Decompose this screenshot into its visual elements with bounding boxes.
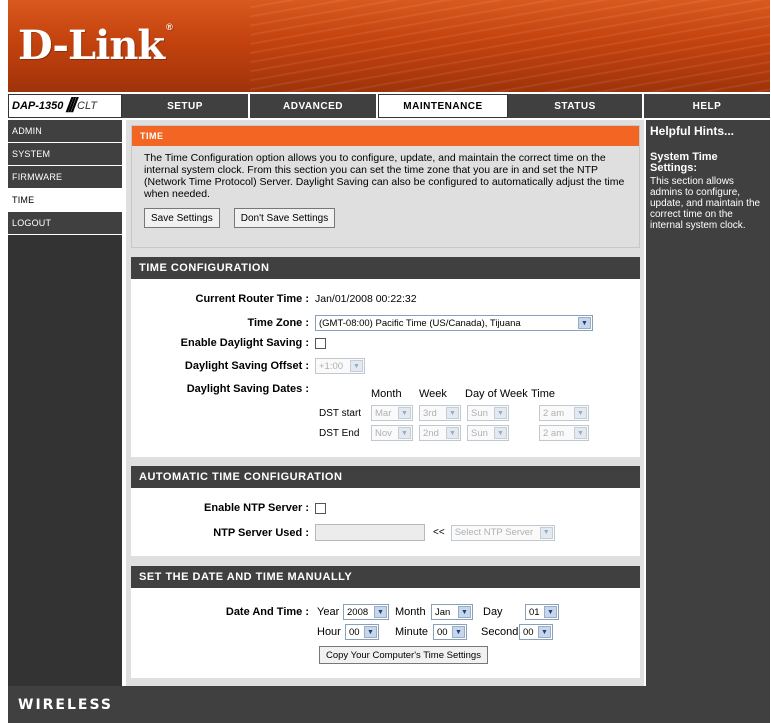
sidebar-item-admin[interactable]: ADMIN (8, 120, 122, 143)
dont-save-settings-button[interactable]: Don't Save Settings (233, 208, 336, 228)
date-time-label: Date And Time : (225, 606, 309, 618)
chevron-down-icon: ▼ (398, 427, 411, 439)
intro-description: The Time Configuration option allows you… (144, 152, 625, 200)
dst-start-label: DST start (319, 407, 362, 419)
chevron-down-icon: ▼ (398, 407, 411, 419)
dst-start-month-select[interactable]: Mar ▼ (371, 405, 413, 421)
dst-end-time-select[interactable]: 2 am ▼ (539, 425, 589, 441)
time-zone-select[interactable]: (GMT-08:00) Pacific Time (US/Canada), Ti… (315, 315, 593, 331)
second-select[interactable]: 00 ▼ (519, 624, 553, 640)
col-dow-header: Day of Week (465, 388, 528, 400)
chevron-down-icon: ▼ (446, 407, 459, 419)
second-label: Second (481, 626, 519, 638)
header-banner: D-Link ® (8, 0, 770, 92)
chevron-down-icon: ▼ (374, 606, 387, 618)
ntp-used-label: NTP Server Used : (213, 526, 309, 539)
col-week-header: Week (419, 388, 447, 400)
enable-dst-checkbox[interactable] (315, 337, 326, 349)
enable-ntp-label: Enable NTP Server : (204, 502, 309, 514)
year-select[interactable]: 2008 ▼ (343, 604, 389, 620)
model-mode: CLT (77, 100, 97, 112)
ntp-server-select[interactable]: Select NTP Server ▼ (450, 524, 555, 541)
current-time-label: Current Router Time : (195, 293, 309, 305)
dst-offset-label: Daylight Saving Offset : (184, 360, 309, 372)
tab-setup[interactable]: SETUP (122, 94, 250, 118)
page-frame: D-Link ® DAP-1350 /// CLT SETUP ADVANCED … (8, 0, 770, 723)
tab-advanced[interactable]: ADVANCED (250, 94, 378, 118)
tab-status[interactable]: STATUS (508, 94, 644, 118)
chevron-down-icon: ▼ (350, 360, 363, 372)
copy-computer-time-button[interactable]: Copy Your Computer's Time Settings (319, 646, 488, 664)
day-label: Day (483, 606, 503, 618)
chevron-down-icon: ▼ (544, 606, 557, 618)
chevron-down-icon: ▼ (539, 526, 553, 539)
chevron-down-icon: ▼ (364, 626, 377, 638)
main-content: TIME The Time Configuration option allow… (126, 120, 644, 686)
auto-time-panel: AUTOMATIC TIME CONFIGURATION Enable NTP … (131, 466, 640, 556)
enable-dst-label: Enable Daylight Saving : (180, 337, 309, 349)
dst-start-time-select[interactable]: 2 am ▼ (539, 405, 589, 421)
help-body: This section allows admins to configure,… (650, 176, 761, 231)
save-settings-button[interactable]: Save Settings (144, 208, 220, 228)
dst-end-dow-select[interactable]: Sun ▼ (467, 425, 509, 441)
time-zone-label: Time Zone : (247, 317, 309, 329)
intro-panel: TIME The Time Configuration option allow… (131, 125, 640, 248)
footer-wireless: WIRELESS (18, 696, 114, 713)
tab-maintenance[interactable]: MAINTENANCE (378, 94, 508, 118)
minute-label: Minute (395, 626, 429, 638)
enable-ntp-checkbox[interactable] (315, 502, 326, 514)
help-panel: Helpful Hints... System Time Settings: T… (646, 120, 770, 686)
hour-select[interactable]: 00 ▼ (345, 624, 379, 640)
sidebar-item-time[interactable]: TIME (8, 189, 122, 212)
day-select[interactable]: 01 ▼ (525, 604, 559, 620)
dst-end-month-select[interactable]: Nov ▼ (371, 425, 413, 441)
intro-title: TIME (132, 126, 639, 146)
ntp-server-input[interactable] (315, 524, 425, 541)
help-subtitle: System Time Settings: (650, 151, 718, 174)
chevron-down-icon: ▼ (458, 606, 471, 618)
chevron-down-icon: ▼ (494, 427, 507, 439)
dst-end-week-select[interactable]: 2nd ▼ (419, 425, 461, 441)
col-month-header: Month (371, 388, 402, 400)
help-title: Helpful Hints... (650, 124, 734, 138)
chevron-down-icon: ▼ (446, 427, 459, 439)
tab-help[interactable]: HELP (644, 94, 770, 118)
manual-time-title: SET THE DATE AND TIME MANUALLY (131, 566, 640, 588)
chevron-down-icon: ▼ (494, 407, 507, 419)
dst-start-week-select[interactable]: 3rd ▼ (419, 405, 461, 421)
dst-dates-label: Daylight Saving Dates : (186, 383, 309, 395)
header-streaks (250, 0, 770, 92)
sidebar-item-logout[interactable]: LOGOUT (8, 212, 122, 235)
dst-start-dow-select[interactable]: Sun ▼ (467, 405, 509, 421)
auto-time-title: AUTOMATIC TIME CONFIGURATION (131, 466, 640, 488)
time-config-title: TIME CONFIGURATION (131, 257, 640, 279)
current-time-value: Jan/01/2008 00:22:32 (315, 293, 417, 305)
year-label: Year (317, 606, 340, 618)
model-slash: /// (66, 94, 77, 117)
top-nav: DAP-1350 /// CLT SETUP ADVANCED MAINTENA… (8, 94, 770, 118)
hour-label: Hour (317, 626, 341, 638)
month-select[interactable]: Jan ▼ (431, 604, 473, 620)
sidebar-item-firmware[interactable]: FIRMWARE (8, 166, 122, 189)
chevron-down-icon: ▼ (574, 407, 587, 419)
manual-time-panel: SET THE DATE AND TIME MANUALLY Date And … (131, 566, 640, 678)
chevron-down-icon: ▼ (578, 317, 591, 329)
minute-select[interactable]: 00 ▼ (433, 624, 467, 640)
copy-arrows: << (433, 527, 445, 538)
model-badge: DAP-1350 /// CLT (8, 94, 122, 118)
month-label: Month (395, 606, 426, 618)
col-time-header: Time (531, 388, 556, 400)
sidebar: ADMIN SYSTEM FIRMWARE TIME LOGOUT (8, 120, 122, 686)
chevron-down-icon: ▼ (452, 626, 465, 638)
time-config-panel: TIME CONFIGURATION Current Router Time :… (131, 257, 640, 457)
footer-bar: WIRELESS (8, 686, 770, 723)
dst-offset-select[interactable]: +1:00 ▼ (315, 358, 365, 374)
dlink-logo: D-Link ® (18, 22, 173, 69)
chevron-down-icon: ▼ (538, 626, 551, 638)
sidebar-item-system[interactable]: SYSTEM (8, 143, 122, 166)
chevron-down-icon: ▼ (574, 427, 587, 439)
model-name: DAP-1350 (12, 100, 64, 112)
dst-end-label: DST End (319, 427, 360, 439)
